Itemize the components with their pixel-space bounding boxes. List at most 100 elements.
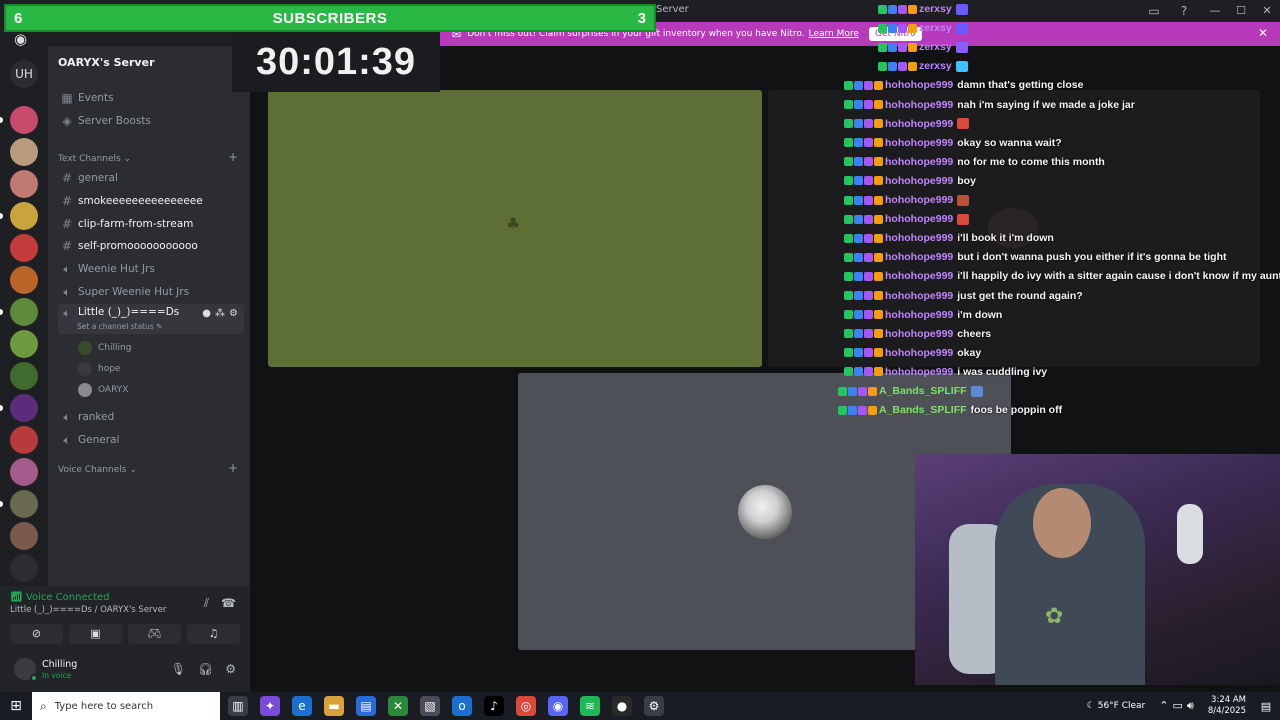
add-voice-channel-icon[interactable]: + bbox=[228, 461, 238, 475]
gear-icon[interactable]: ⚙ bbox=[229, 308, 238, 319]
chat-username[interactable]: hohohope999 bbox=[885, 213, 953, 225]
voice-user[interactable]: OARYX bbox=[78, 381, 128, 399]
xbox-icon[interactable]: ✕ bbox=[388, 696, 408, 716]
chat-username[interactable]: zerxsy bbox=[919, 41, 952, 53]
chat-username[interactable]: zerxsy bbox=[919, 3, 952, 15]
chat-badges bbox=[844, 119, 883, 129]
voice-user[interactable]: Chilling bbox=[78, 339, 131, 357]
server-icon[interactable] bbox=[10, 202, 38, 230]
chat-username[interactable]: hohohope999 bbox=[885, 347, 953, 359]
chat-username[interactable]: zerxsy bbox=[919, 22, 952, 34]
tray-icons[interactable]: ⌃▭🔊︎ bbox=[1159, 699, 1198, 713]
server-icon[interactable] bbox=[10, 458, 38, 486]
chat-username[interactable]: hohohope999 bbox=[885, 251, 953, 263]
channel-status-hint[interactable]: Set a channel status ✎ bbox=[77, 322, 162, 331]
windows-start-icon[interactable]: ⊞ bbox=[0, 698, 32, 714]
headphones-icon[interactable]: 🎧︎ bbox=[198, 662, 213, 676]
server-icon[interactable] bbox=[10, 394, 38, 422]
chat-username[interactable]: hohohope999 bbox=[885, 366, 953, 378]
events-item[interactable]: ▦ Events bbox=[58, 88, 244, 108]
weather-widget[interactable]: ☾ 56°F Clear bbox=[1087, 701, 1145, 711]
chat-username[interactable]: hohohope999 bbox=[885, 118, 953, 130]
chat-username[interactable]: hohohope999 bbox=[885, 137, 953, 149]
discord-home-icon[interactable]: ◉ bbox=[14, 30, 27, 48]
voice-weenie-hut[interactable]: 🔈︎ Weenie Hut Jrs bbox=[58, 259, 244, 279]
chat-username[interactable]: hohohope999 bbox=[885, 194, 953, 206]
chat-username[interactable]: hohohope999 bbox=[885, 175, 953, 187]
server-icon[interactable] bbox=[10, 266, 38, 294]
voice-general[interactable]: 🔈︎ General bbox=[58, 430, 244, 450]
outlook-icon[interactable]: o bbox=[452, 696, 472, 716]
server-icon[interactable] bbox=[10, 330, 38, 358]
channel-self-promo[interactable]: # self-promooooooooooo bbox=[58, 236, 244, 256]
obs-icon[interactable]: ● bbox=[612, 696, 632, 716]
file-explorer-icon[interactable]: ▬ bbox=[324, 696, 344, 716]
unread-indicator bbox=[0, 501, 3, 507]
add-text-channel-icon[interactable]: + bbox=[228, 150, 238, 164]
discord-icon[interactable]: ◉ bbox=[548, 696, 568, 716]
server-icon[interactable] bbox=[10, 362, 38, 390]
store-icon[interactable]: ▤ bbox=[356, 696, 376, 716]
chat-username[interactable]: hohohope999 bbox=[885, 99, 953, 111]
server-icon[interactable] bbox=[10, 490, 38, 518]
noise-suppression-icon[interactable]: ⫽ bbox=[204, 596, 209, 611]
badge-icon bbox=[864, 119, 873, 129]
voice-channels-category[interactable]: Voice Channels ⌄ bbox=[58, 465, 137, 475]
screen-share-button[interactable]: ▣ bbox=[69, 624, 122, 644]
tiktok-icon[interactable]: ♪ bbox=[484, 696, 504, 716]
chat-username[interactable]: hohohope999 bbox=[885, 309, 953, 321]
voice-location[interactable]: Little (_)_)====Ds / OARYX's Server bbox=[10, 605, 166, 615]
chat-username[interactable]: hohohope999 bbox=[885, 232, 953, 244]
edge-icon[interactable]: e bbox=[292, 696, 312, 716]
chat-username[interactable]: hohohope999 bbox=[885, 290, 953, 302]
activities-button[interactable]: 🎮︎ bbox=[128, 624, 181, 644]
server-boosts-item[interactable]: ◈ Server Boosts bbox=[58, 111, 244, 131]
badge-icon bbox=[888, 61, 897, 71]
badge-icon bbox=[854, 252, 863, 262]
notification-icon[interactable]: ▤ bbox=[1256, 700, 1276, 713]
channel-general[interactable]: # general bbox=[58, 168, 244, 188]
voice-ranked[interactable]: 🔈︎ ranked bbox=[58, 407, 244, 427]
badge-icon bbox=[898, 61, 907, 71]
chat-username[interactable]: hohohope999 bbox=[885, 270, 953, 282]
chat-username[interactable]: zerxsy bbox=[919, 60, 952, 72]
text-channels-category[interactable]: Text Channels ⌄ bbox=[58, 154, 131, 164]
channel-smoke[interactable]: # smokeeeeeeeeeeeeeee bbox=[58, 191, 244, 211]
voice-user[interactable]: hope bbox=[78, 360, 120, 378]
chat-username[interactable]: hohohope999 bbox=[885, 156, 953, 168]
server-icon[interactable] bbox=[10, 106, 38, 134]
voice-super-weenie-hut[interactable]: 🔈︎ Super Weenie Hut Jrs bbox=[58, 282, 244, 302]
chat-username[interactable]: hohohope999 bbox=[885, 79, 953, 91]
server-icon[interactable] bbox=[10, 298, 38, 326]
task-view-icon[interactable]: ▥ bbox=[228, 696, 248, 716]
chat-username[interactable]: A_Bands_SPLIFF bbox=[879, 404, 967, 416]
server-icon[interactable] bbox=[10, 522, 38, 550]
server-icon[interactable] bbox=[10, 554, 38, 582]
chrome-icon[interactable]: ◎ bbox=[516, 696, 536, 716]
server-name[interactable]: OARYX's Server bbox=[58, 56, 155, 69]
clock[interactable]: 3:24 AM 8/4/2025 bbox=[1208, 695, 1246, 717]
server-icon[interactable] bbox=[10, 138, 38, 166]
video-tile-game[interactable]: ♣ bbox=[268, 90, 762, 367]
taskbar-search[interactable]: ⌕ Type here to search bbox=[32, 692, 220, 720]
channel-clip-farm[interactable]: # clip-farm-from-stream bbox=[58, 214, 244, 234]
server-icon[interactable] bbox=[10, 234, 38, 262]
chat-username[interactable]: hohohope999 bbox=[885, 328, 953, 340]
voice-status[interactable]: 📶︎ Voice Connected bbox=[10, 592, 110, 603]
copilot-icon[interactable]: ✦ bbox=[260, 696, 280, 716]
system-tray: ☾ 56°F Clear ⌃▭🔊︎ 3:24 AM 8/4/2025 ▤ bbox=[1087, 692, 1280, 720]
server-uh[interactable]: UH bbox=[10, 60, 38, 88]
spotify-icon[interactable]: ≋ bbox=[580, 696, 600, 716]
soundboard-button[interactable]: ♫ bbox=[187, 624, 240, 644]
chat-username[interactable]: A_Bands_SPLIFF bbox=[879, 385, 967, 397]
server-icon[interactable] bbox=[10, 426, 38, 454]
settings-icon[interactable]: ⚙ bbox=[644, 696, 664, 716]
disconnect-icon[interactable]: ☎ bbox=[221, 596, 236, 611]
app-icon[interactable]: ▧ bbox=[420, 696, 440, 716]
invite-icon[interactable]: ⁂ bbox=[215, 308, 225, 319]
gear-icon[interactable]: ⚙ bbox=[225, 662, 236, 676]
microphone-icon[interactable]: 🎙︎ bbox=[171, 662, 186, 676]
chat-bubble-icon[interactable]: ● bbox=[202, 308, 211, 319]
server-icon[interactable] bbox=[10, 170, 38, 198]
camera-off-button[interactable]: ⊘ bbox=[10, 624, 63, 644]
